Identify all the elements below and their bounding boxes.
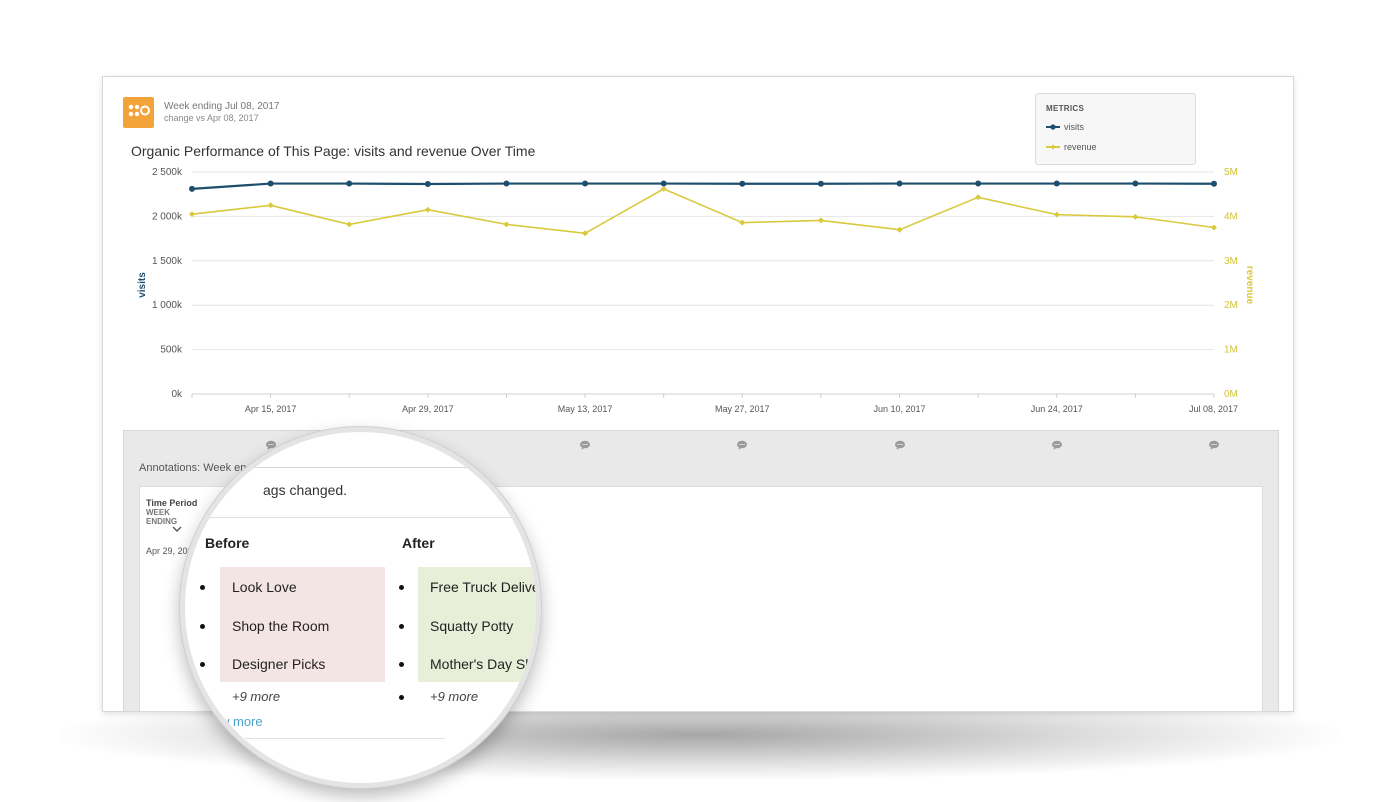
data-point-revenue [503, 221, 510, 228]
data-point-revenue [346, 221, 353, 228]
y2-tick-label: 4M [1224, 211, 1238, 222]
week-ending-header: WEEK ENDING [146, 508, 178, 526]
magnifier-lens: ags changed. Before After Look Love Shop… [180, 427, 541, 788]
annotation-comment-icon[interactable] [579, 437, 591, 450]
data-point-visits [896, 180, 903, 187]
x-tick-label: Apr 29, 2017 [402, 404, 454, 414]
y-tick-label: 1 500k [152, 256, 183, 267]
series-line-revenue [191, 187, 1215, 235]
annotation-comment-icon[interactable] [1051, 437, 1063, 450]
line-chart: 0k 500k 1 000k 1 500k 2 000k 2 500k 0M 1M 2M 3M 4M… [137, 167, 1255, 414]
after-item: Free Truck Deliver [430, 579, 541, 595]
chevron-down-icon[interactable] [172, 526, 182, 533]
annotation-comment-icon[interactable] [894, 437, 906, 450]
annotation-comment-icon[interactable] [1208, 437, 1220, 450]
before-item: Look Love [232, 579, 297, 595]
y2-tick-label: 3M [1224, 256, 1238, 267]
y-tick-label: 2 000k [152, 211, 183, 222]
x-tick-label: Apr 15, 2017 [245, 404, 297, 414]
data-point-visits [1132, 180, 1139, 187]
before-more-link[interactable]: +9 more [232, 689, 280, 704]
data-point-visits [660, 180, 667, 187]
data-point-visits [424, 180, 431, 187]
annotation-snippet-text: ags changed. [263, 482, 348, 498]
data-point-visits [503, 180, 510, 187]
y2-tick-label: 1M [1224, 345, 1238, 356]
before-item: Designer Picks [232, 656, 326, 672]
after-more-link[interactable]: +9 more [430, 689, 478, 704]
data-point-visits [189, 185, 195, 192]
data-point-visits [346, 180, 353, 187]
data-point-visits [1053, 180, 1060, 187]
series-line-visits [191, 182, 1215, 190]
x-tick-label: Jul 08, 2017 [1189, 404, 1238, 414]
data-point-visits [739, 180, 746, 187]
data-point-revenue [1211, 224, 1217, 231]
data-point-revenue [975, 194, 982, 201]
data-point-visits [1211, 180, 1217, 187]
before-heading: Before [205, 535, 250, 551]
data-point-revenue [1132, 213, 1139, 220]
data-point-visits [817, 180, 824, 187]
y2-tick-label: 5M [1224, 167, 1238, 178]
y2-tick-label: 0M [1224, 389, 1238, 400]
y-tick-label: 0k [171, 389, 183, 400]
y2-tick-label: 2M [1224, 300, 1238, 311]
y2-axis-title: revenue [1244, 266, 1255, 305]
data-point-visits [582, 180, 589, 187]
after-item: Squatty Potty [430, 618, 514, 634]
x-tick-label: Jun 10, 2017 [874, 404, 926, 414]
x-tick-label: May 13, 2017 [558, 404, 613, 414]
data-point-revenue [896, 226, 903, 233]
data-point-revenue [739, 219, 746, 226]
y-tick-label: 2 500k [152, 167, 183, 178]
data-point-revenue [817, 217, 824, 224]
y-tick-label: 1 000k [152, 300, 183, 311]
before-item: Shop the Room [232, 618, 330, 634]
y-tick-label: 500k [160, 345, 183, 356]
x-tick-label: Jun 24, 2017 [1031, 404, 1083, 414]
after-heading: After [402, 535, 435, 551]
view-more-link[interactable]: w more [220, 714, 263, 729]
y-axis-title: visits [137, 272, 148, 298]
data-point-revenue [424, 206, 431, 213]
x-tick-label: May 27, 2017 [715, 404, 770, 414]
data-point-revenue [267, 202, 274, 209]
data-point-visits [267, 180, 274, 187]
data-point-visits [975, 180, 982, 187]
after-item: Mother's Day Sh [430, 656, 534, 672]
annotation-comment-icon[interactable] [736, 437, 748, 450]
